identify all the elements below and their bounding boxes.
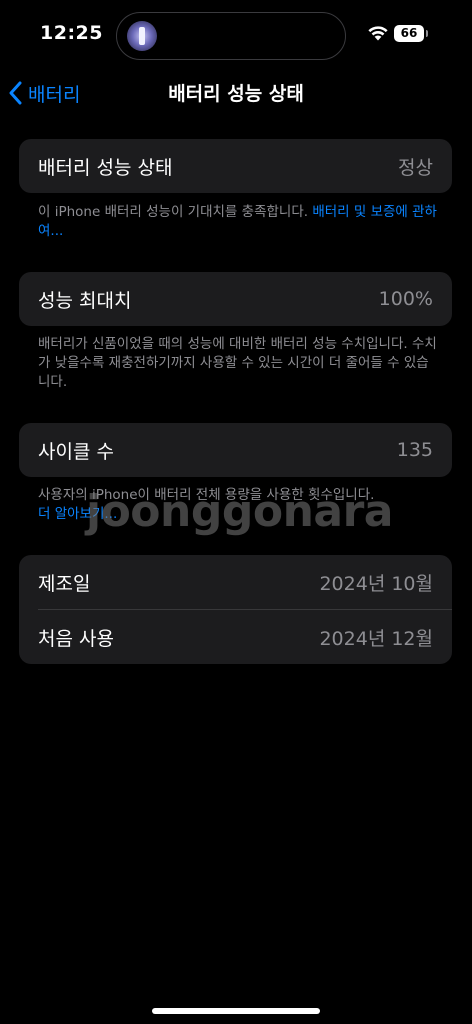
status-time: 12:25 <box>40 22 103 44</box>
health-label: 배터리 성능 상태 <box>38 156 173 179</box>
screen: 12:25 66 배터리 배터리 성능 상태 배터리 성능 상태 정상 이 iP… <box>0 0 472 1024</box>
battery-icon: 66 <box>394 25 428 42</box>
max-capacity-value: 100% <box>378 288 433 310</box>
cycle-count-value: 135 <box>396 439 433 461</box>
dynamic-island[interactable] <box>116 12 346 60</box>
manufactured-label: 제조일 <box>38 572 91 595</box>
dates-card: 제조일 2024년 10월 처음 사용 2024년 12월 <box>19 555 452 664</box>
health-value: 정상 <box>398 156 433 179</box>
home-indicator[interactable] <box>152 1008 320 1014</box>
health-row: 배터리 성능 상태 정상 <box>19 139 452 193</box>
max-capacity-row: 성능 최대치 100% <box>19 272 452 326</box>
learn-more-link[interactable]: 더 알아보기... <box>38 506 117 522</box>
page-title: 배터리 성능 상태 <box>168 83 304 105</box>
health-footnote-text: 이 iPhone 배터리 성능이 기대치를 충족합니다. <box>38 204 313 220</box>
nav-bar: 배터리 배터리 성능 상태 <box>0 70 472 114</box>
max-capacity-card: 성능 최대치 100% <box>19 272 452 326</box>
cycle-count-footnote-text: 사용자의 iPhone이 배터리 전체 용량을 사용한 횟수입니다. <box>38 487 375 503</box>
first-use-value: 2024년 12월 <box>319 627 433 650</box>
battery-level: 66 <box>400 26 418 40</box>
flashlight-icon <box>127 21 157 51</box>
cycle-count-card: 사이클 수 135 <box>19 423 452 477</box>
first-use-label: 처음 사용 <box>38 627 114 650</box>
cycle-count-row: 사이클 수 135 <box>19 423 452 477</box>
manufactured-value: 2024년 10월 <box>319 572 433 595</box>
health-card: 배터리 성능 상태 정상 <box>19 139 452 193</box>
max-capacity-label: 성능 최대치 <box>38 289 132 312</box>
max-capacity-footnote: 배터리가 신품이었을 때의 성능에 대비한 배터리 성능 수치입니다. 수치가 … <box>38 336 437 390</box>
wifi-icon <box>368 26 388 41</box>
manufactured-row: 제조일 2024년 10월 <box>19 555 452 609</box>
status-bar: 12:25 66 <box>0 0 472 70</box>
health-footnote: 이 iPhone 배터리 성능이 기대치를 충족합니다. 배터리 및 보증에 관… <box>38 203 438 241</box>
first-use-row: 처음 사용 2024년 12월 <box>19 610 452 664</box>
cycle-count-footnote: 사용자의 iPhone이 배터리 전체 용량을 사용한 횟수입니다. 더 알아보… <box>38 486 438 524</box>
cycle-count-label: 사이클 수 <box>38 440 114 463</box>
